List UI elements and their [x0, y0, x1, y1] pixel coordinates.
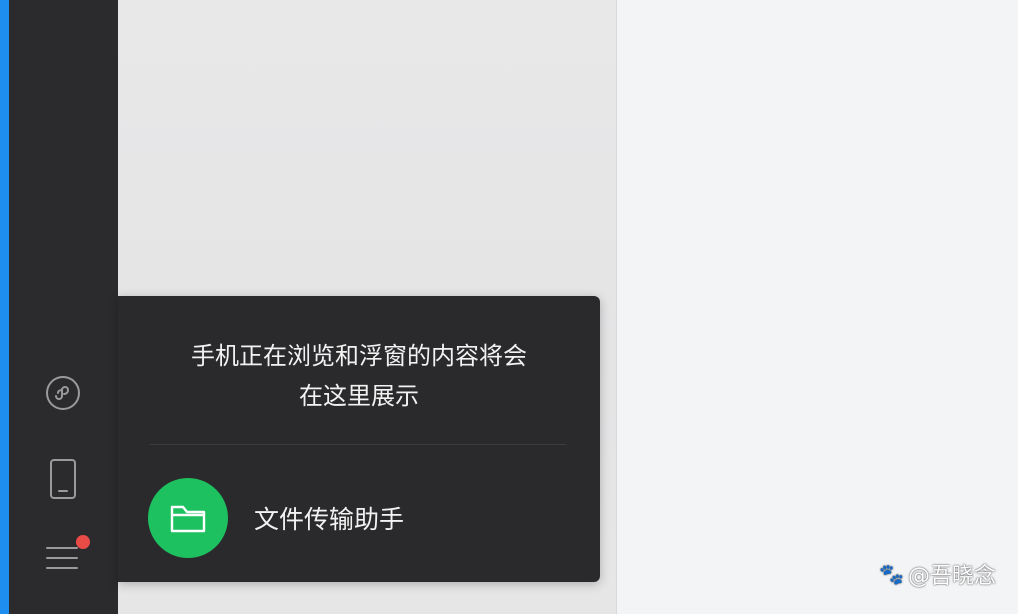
main-content-area [617, 0, 1018, 614]
phone-icon[interactable] [47, 458, 79, 502]
file-transfer-assistant-item[interactable]: 文件传输助手 [148, 476, 568, 560]
mini-program-icon[interactable] [44, 374, 82, 412]
popup-message-line2: 在这里展示 [299, 382, 419, 410]
notification-dot [76, 535, 90, 549]
file-transfer-label: 文件传输助手 [254, 505, 405, 534]
folder-icon [148, 478, 228, 558]
watermark: 🐾 @吾晓念 [879, 558, 996, 590]
popup-divider [150, 444, 566, 445]
paw-icon: 🐾 [879, 562, 904, 586]
window-accent-bar [0, 0, 9, 614]
popup-message: 手机正在浏览和浮窗的内容将会 在这里展示 [140, 336, 578, 416]
watermark-text: @吾晓念 [907, 564, 996, 589]
phone-browsing-popup: 手机正在浏览和浮窗的内容将会 在这里展示 文件传输助手 [118, 296, 600, 582]
popup-message-line1: 手机正在浏览和浮窗的内容将会 [191, 342, 527, 370]
sidebar [9, 0, 118, 614]
menu-icon[interactable] [43, 534, 90, 578]
